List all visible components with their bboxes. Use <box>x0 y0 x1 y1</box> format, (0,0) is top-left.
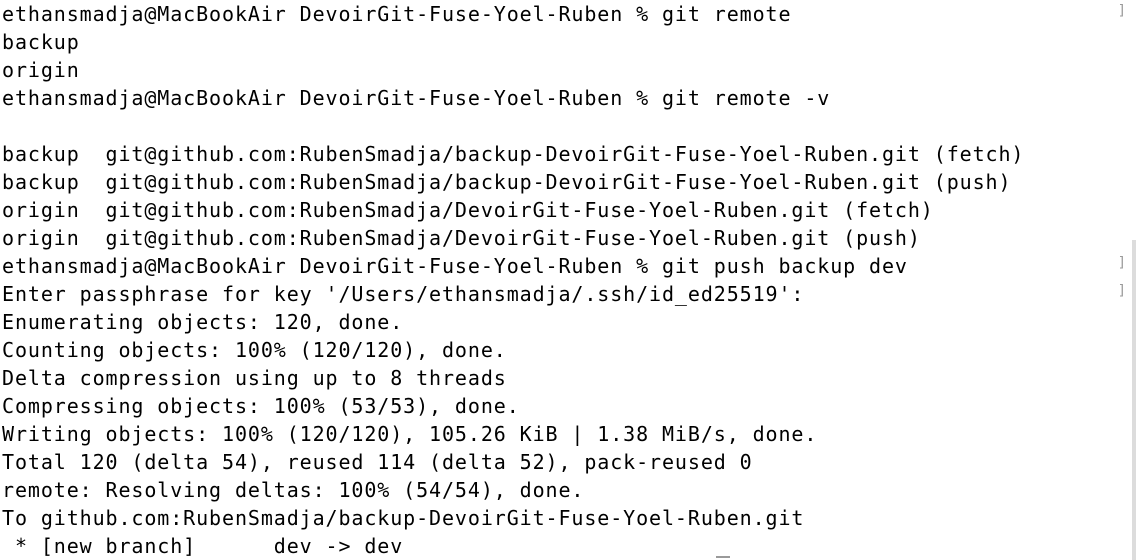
terminal-line: To github.com:RubenSmadja/backup-DevoirG… <box>2 506 805 530</box>
terminal-line: Enumerating objects: 120, done. <box>2 310 404 334</box>
terminal-line: backup <box>2 30 80 54</box>
terminal-line: ethansmadja@MacBookAir DevoirGit-Fuse-Yo… <box>2 2 792 26</box>
terminal-line: origin git@github.com:RubenSmadja/Devoir… <box>2 198 934 222</box>
terminal-line: Compressing objects: 100% (53/53), done. <box>2 394 520 418</box>
terminal-line: * [new branch] dev -> dev <box>2 534 404 558</box>
terminal-line: origin <box>2 58 80 82</box>
terminal-line: Enter passphrase for key '/Users/ethansm… <box>2 282 805 306</box>
terminal-line: Delta compression using up to 8 threads <box>2 366 507 390</box>
terminal-line: backup git@github.com:RubenSmadja/backup… <box>2 170 1012 194</box>
terminal-line: backup git@github.com:RubenSmadja/backup… <box>2 142 1025 166</box>
terminal-line: Counting objects: 100% (120/120), done. <box>2 338 507 362</box>
command-mark-icon[interactable]: ] <box>1118 4 1126 18</box>
terminal-line: Writing objects: 100% (120/120), 105.26 … <box>2 422 818 446</box>
terminal-line: ethansmadja@MacBookAir DevoirGit-Fuse-Yo… <box>2 254 908 278</box>
command-mark-icon[interactable]: ] <box>1118 256 1126 270</box>
terminal-line: origin git@github.com:RubenSmadja/Devoir… <box>2 226 921 250</box>
terminal-line: remote: Resolving deltas: 100% (54/54), … <box>2 478 585 502</box>
terminal-window[interactable]: ethansmadja@MacBookAir DevoirGit-Fuse-Yo… <box>0 0 1136 560</box>
terminal-line: Total 120 (delta 54), reused 114 (delta … <box>2 450 753 474</box>
scrollbar[interactable] <box>1132 0 1136 560</box>
text-cursor-icon <box>716 556 730 558</box>
scrollbar-thumb[interactable] <box>1132 240 1136 560</box>
terminal-line: ethansmadja@MacBookAir DevoirGit-Fuse-Yo… <box>2 86 831 110</box>
command-mark-icon[interactable]: ] <box>1118 284 1126 298</box>
